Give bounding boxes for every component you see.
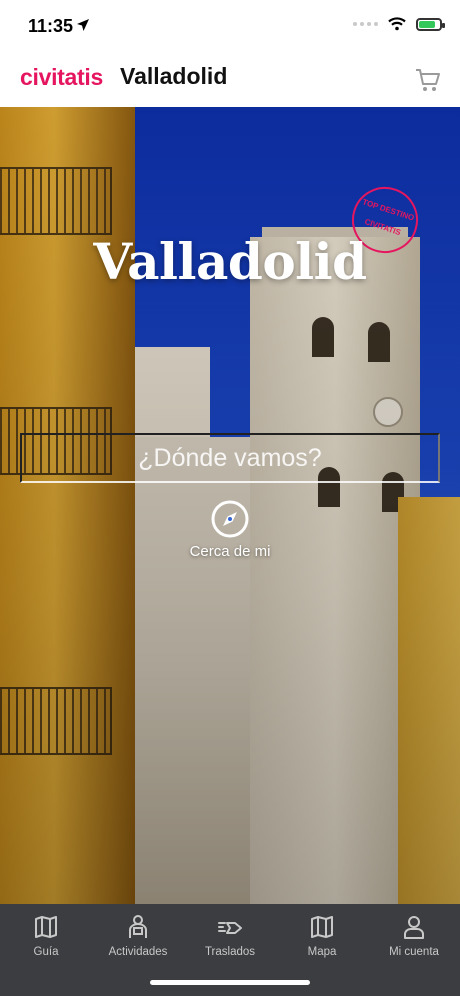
near-me-label: Cerca de mi xyxy=(189,543,271,560)
status-time: 11:35 xyxy=(28,16,74,36)
hero-title: Valladolid xyxy=(93,232,367,291)
tab-label: Mapa xyxy=(307,946,337,958)
app-header: civitatis Valladolid xyxy=(0,54,460,107)
compass-icon xyxy=(211,500,249,538)
home-indicator[interactable] xyxy=(150,980,310,985)
location-arrow-icon xyxy=(77,19,89,31)
map-icon xyxy=(311,916,333,938)
battery-icon xyxy=(416,17,445,31)
tab-actividades[interactable]: Actividades xyxy=(92,914,184,958)
status-bar: 11:35 xyxy=(0,0,460,54)
activities-icon xyxy=(129,915,147,938)
wifi-icon xyxy=(388,17,406,31)
tab-label: Mi cuenta xyxy=(389,946,439,958)
tab-label: Guía xyxy=(33,946,59,958)
map-book-icon xyxy=(35,916,57,938)
search-input[interactable] xyxy=(20,433,440,483)
cart-icon[interactable] xyxy=(414,66,442,94)
tab-traslados[interactable]: Traslados xyxy=(184,914,276,958)
signal-dots-icon xyxy=(353,22,378,26)
tab-mi-cuenta[interactable]: Mi cuenta xyxy=(368,914,460,958)
tab-mapa[interactable]: Mapa xyxy=(276,914,368,958)
brand-logo[interactable]: civitatis xyxy=(20,64,103,91)
header-city-title: Valladolid xyxy=(120,63,228,89)
near-me-button[interactable]: Cerca de mi xyxy=(180,499,280,560)
hero-section: TOP DESTINO CIVITATIS Valladolid Cerca d… xyxy=(0,107,460,904)
tab-guia[interactable]: Guía xyxy=(0,914,92,958)
user-icon xyxy=(404,916,424,939)
transfers-icon xyxy=(218,922,242,934)
tab-label: Actividades xyxy=(108,946,168,958)
tab-label: Traslados xyxy=(204,946,256,958)
